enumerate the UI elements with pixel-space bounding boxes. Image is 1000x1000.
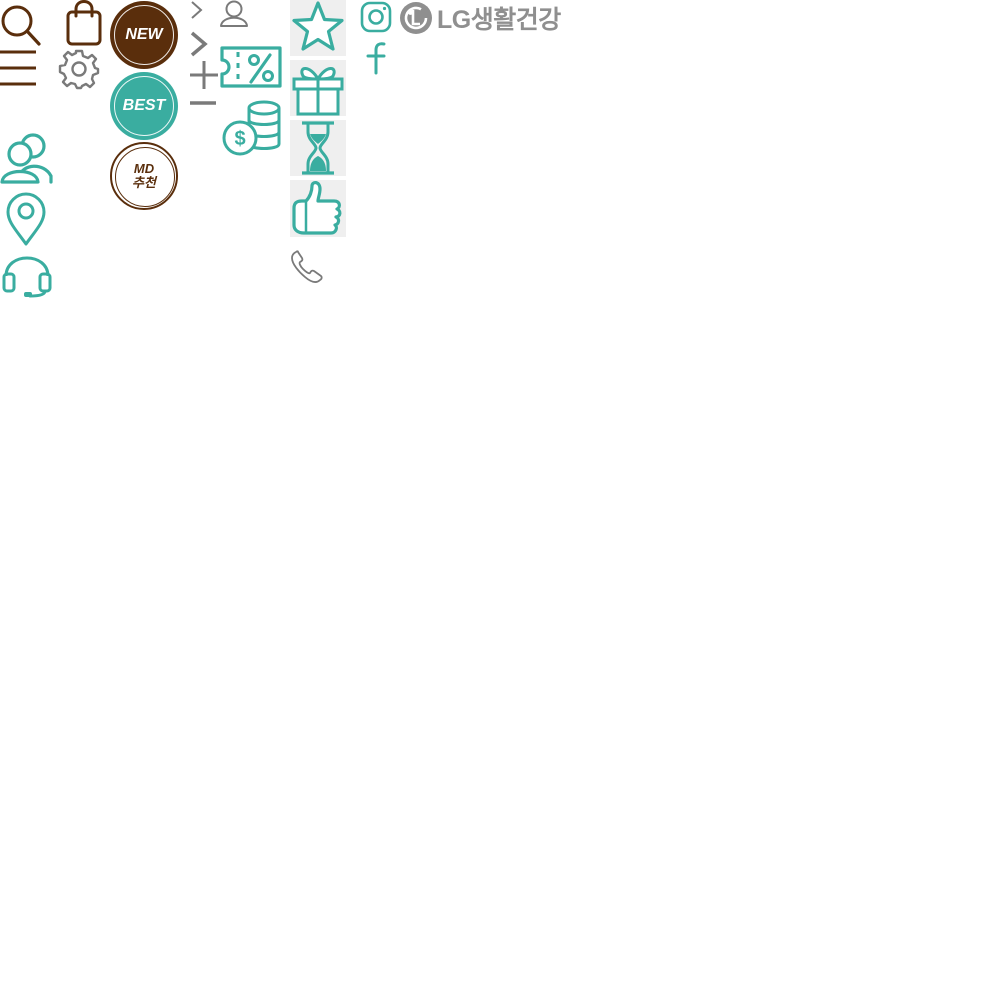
coupon-icon[interactable] bbox=[220, 46, 282, 90]
star-icon bbox=[292, 1, 344, 51]
md-badge-line1: MD bbox=[133, 161, 155, 176]
users-icon[interactable] bbox=[0, 132, 54, 186]
gift-tile[interactable] bbox=[290, 60, 346, 116]
star-tile[interactable] bbox=[290, 0, 346, 56]
hourglass-tile[interactable] bbox=[290, 120, 346, 176]
instagram-icon[interactable] bbox=[360, 1, 392, 33]
brand-name: LG생활건강 bbox=[437, 6, 561, 34]
settings-icon[interactable] bbox=[58, 49, 100, 90]
lg-brand-logo[interactable]: LG생활건강 bbox=[399, 0, 561, 36]
best-badge: BEST bbox=[110, 72, 178, 140]
thumbs-up-tile[interactable] bbox=[290, 180, 346, 237]
chevron-right-small-icon[interactable] bbox=[190, 0, 204, 20]
lg-logo-icon bbox=[400, 2, 432, 34]
shopping-bag-icon[interactable] bbox=[66, 0, 102, 46]
hourglass-icon bbox=[302, 121, 334, 175]
coins-icon[interactable]: $ bbox=[222, 100, 282, 158]
md-recommend-badge: MD 추천 bbox=[110, 142, 178, 210]
chevron-right-bold-icon[interactable] bbox=[190, 31, 208, 57]
facebook-icon[interactable] bbox=[364, 40, 386, 75]
svg-text:$: $ bbox=[234, 128, 245, 150]
user-outline-icon[interactable] bbox=[219, 0, 249, 28]
md-badge-line2: 추천 bbox=[132, 175, 156, 190]
search-icon[interactable] bbox=[0, 4, 42, 46]
phone-icon[interactable] bbox=[290, 250, 324, 284]
plus-icon[interactable] bbox=[190, 61, 218, 89]
best-badge-label: BEST bbox=[122, 97, 166, 114]
minus-icon[interactable] bbox=[190, 100, 218, 106]
menu-icon[interactable] bbox=[0, 50, 38, 86]
gift-icon bbox=[292, 67, 344, 116]
new-badge-label: NEW bbox=[125, 26, 163, 43]
headset-icon[interactable] bbox=[2, 250, 52, 298]
new-badge: NEW bbox=[110, 1, 178, 69]
thumbs-up-icon bbox=[292, 181, 342, 235]
location-pin-icon[interactable] bbox=[6, 192, 46, 248]
